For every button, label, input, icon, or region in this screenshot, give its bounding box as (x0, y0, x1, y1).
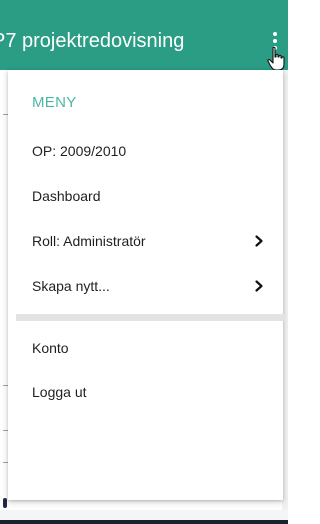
menu-item-account[interactable]: Konto (8, 328, 283, 368)
app-title: P7 projektredovisning (0, 30, 185, 52)
menu-item-label: Roll: Administratör (32, 233, 146, 249)
menu-item-label: Skapa nytt... (32, 278, 110, 294)
app-bar: P7 projektredovisning (0, 0, 288, 71)
background-bottom-bar (0, 520, 288, 524)
menu-item-label: Logga ut (32, 384, 87, 400)
menu-item-label: Dashboard (32, 188, 101, 204)
main-menu-dropdown: MENY OP: 2009/2010 Dashboard Roll: Admin… (8, 70, 285, 500)
chevron-right-icon (255, 235, 263, 247)
screen: P7 projektredovisning MENY OP: 2009/2010… (0, 0, 288, 524)
menu-item-create-new[interactable]: Skapa nytt... (8, 266, 283, 306)
menu-header: MENY (32, 94, 77, 111)
menu-divider (16, 314, 285, 321)
menu-item-role[interactable]: Roll: Administratör (8, 221, 283, 261)
background-marker (3, 498, 7, 508)
menu-item-logout[interactable]: Logga ut (8, 372, 283, 412)
menu-item-label: Konto (32, 340, 69, 356)
menu-item-label: OP: 2009/2010 (32, 143, 127, 159)
chevron-right-icon (255, 280, 263, 292)
menu-item-op[interactable]: OP: 2009/2010 (8, 131, 283, 171)
hand-pointer-cursor-icon (267, 46, 285, 71)
menu-item-dashboard[interactable]: Dashboard (8, 176, 283, 216)
